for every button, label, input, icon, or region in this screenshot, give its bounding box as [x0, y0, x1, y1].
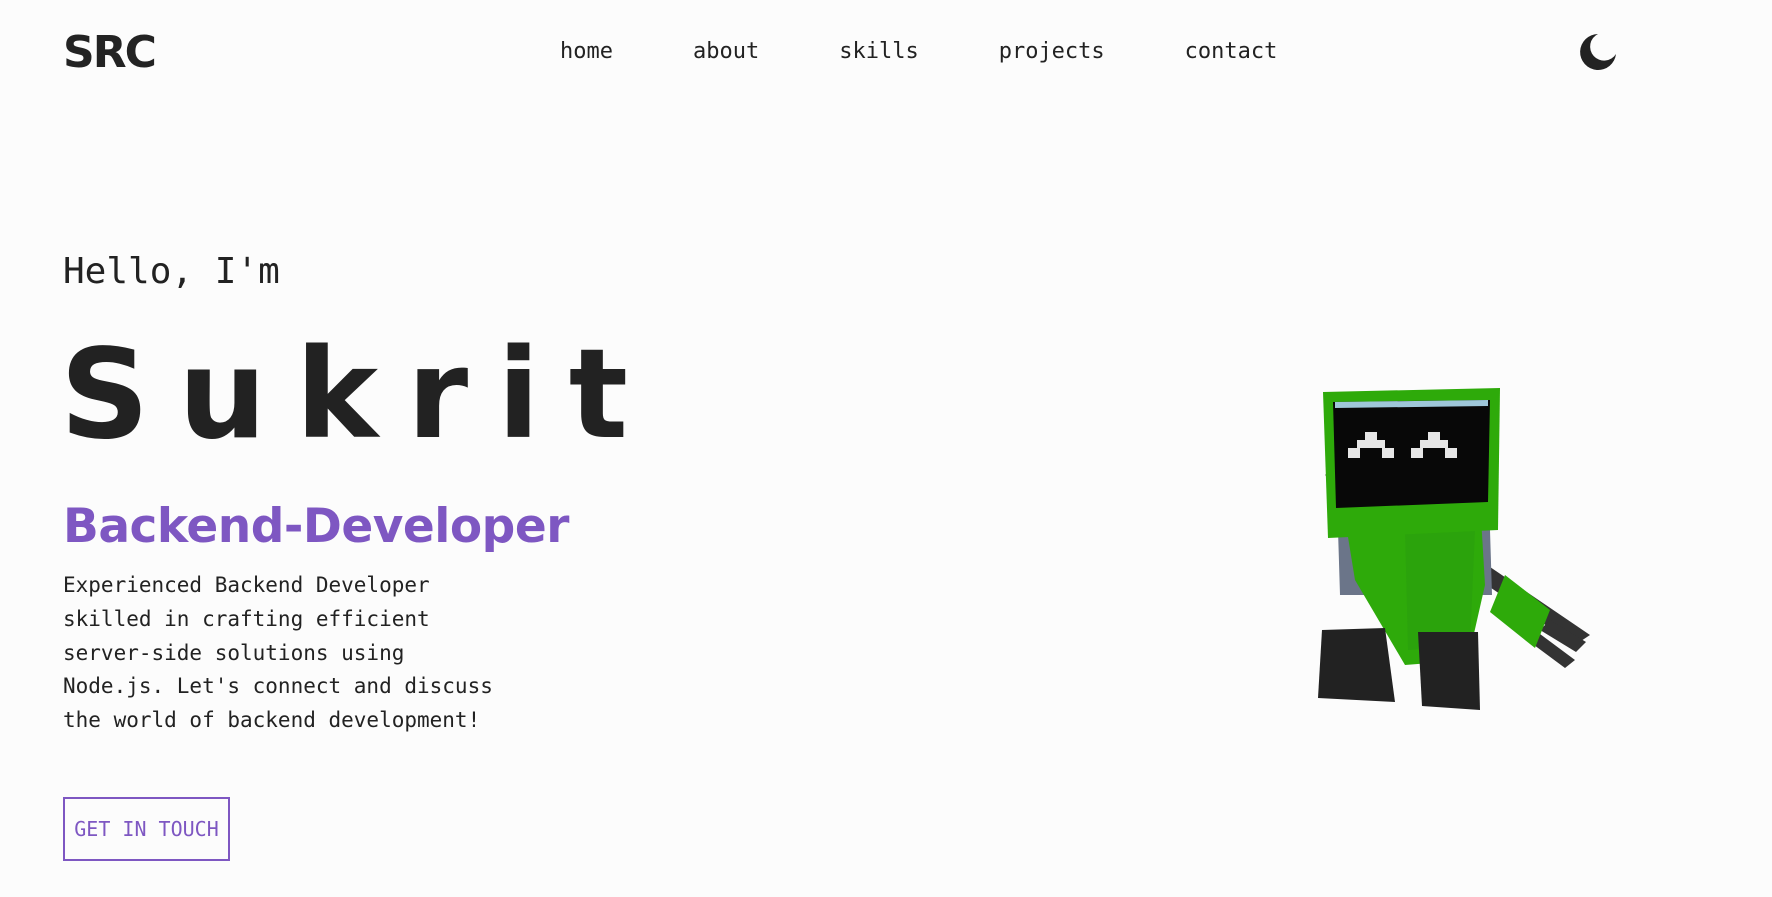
hero-description: Experienced Backend Developer skilled in… [63, 573, 493, 733]
nav-item-contact[interactable]: contact [1145, 36, 1318, 68]
nav-item-about[interactable]: about [653, 36, 799, 68]
logo[interactable]: SRC [63, 28, 157, 78]
nav-item-skills[interactable]: skills [799, 36, 958, 68]
theme-toggle-button[interactable] [1578, 32, 1618, 72]
hero-greeting: Hello, I'm [63, 251, 280, 292]
robot-illustration [1318, 388, 1590, 710]
hero-role: Backend-Developer [63, 499, 569, 554]
get-in-touch-button[interactable]: GET IN TOUCH [63, 797, 230, 861]
main-nav: home about skills projects contact [545, 36, 1317, 68]
nav-item-projects[interactable]: projects [959, 36, 1145, 68]
hero-name: Sukrit [60, 323, 657, 467]
moon-icon [1580, 34, 1616, 70]
nav-item-home[interactable]: home [545, 36, 653, 68]
